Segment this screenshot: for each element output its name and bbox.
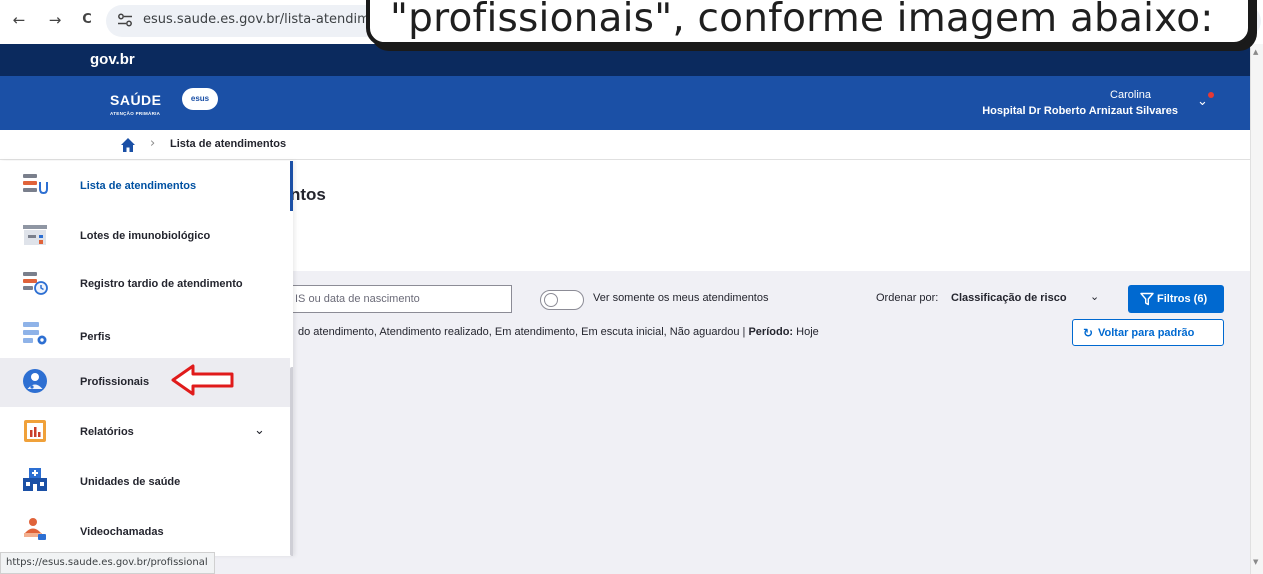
sidebar-item-profissionais[interactable]: Profissionais — [0, 358, 290, 407]
list-gear-icon — [23, 322, 47, 345]
sidebar-item-label: Lotes de imunobiológico — [80, 230, 211, 242]
sidebar-item-registro-tardio[interactable]: Registro tardio de atendimento — [0, 261, 290, 310]
breadcrumb-current: Lista de atendimentos — [170, 138, 287, 150]
notification-dot — [1208, 92, 1214, 98]
filter-icon — [1140, 292, 1154, 306]
report-chart-icon — [24, 420, 46, 442]
list-clock-icon — [23, 272, 48, 295]
page-title: ntos — [290, 185, 326, 204]
chevron-down-icon[interactable]: ⌄ — [254, 423, 265, 438]
app-header: SAÚDE ATENÇÃO PRIMÁRIA esus Carolina Hos… — [0, 76, 1250, 130]
sidebar-item-lista-de-atendimentos[interactable]: Lista de atendimentos — [0, 161, 290, 210]
order-label: Ordenar por: — [876, 292, 939, 304]
status-url: https://esus.saude.es.gov.br/profissiona… — [0, 552, 215, 574]
search-input[interactable]: IS ou data de nascimento — [290, 285, 512, 313]
sidebar-item-label: Profissionais — [80, 376, 150, 388]
screen: ← → C esus.saude.es.gov.br/lista-atendim… — [0, 0, 1263, 574]
list-stethoscope-icon — [23, 174, 48, 195]
reset-icon: ↻ — [1083, 326, 1094, 340]
user-name[interactable]: Carolina — [1110, 89, 1151, 101]
forward-icon[interactable]: → — [44, 9, 66, 31]
red-arrow-annotation — [171, 364, 234, 396]
order-select[interactable]: Classificação de risco — [951, 292, 1067, 304]
sidebar-item-videochamadas[interactable]: Videochamadas — [0, 507, 290, 556]
professional-icon — [23, 369, 47, 393]
period-value: Hoje — [793, 326, 819, 338]
sidebar-scrollbar[interactable] — [290, 367, 293, 556]
filter-summary: do atendimento, Atendimento realizado, E… — [298, 326, 819, 338]
back-icon[interactable]: ← — [8, 9, 30, 31]
sidebar-item-label: Lista de atendimentos — [80, 180, 197, 192]
callout-text: "profissionais", conforme imagem abaixo: — [390, 0, 1214, 41]
reload-icon[interactable]: C — [76, 9, 98, 31]
health-unit-icon — [23, 468, 47, 491]
filters-button-label: Filtros (6) — [1157, 293, 1208, 305]
scroll-down-icon[interactable]: ▼ — [1253, 558, 1261, 566]
reset-filters-button[interactable]: ↻ Voltar para padrão — [1072, 319, 1224, 346]
toggle-label[interactable]: Ver somente os meus atendimentos — [593, 292, 768, 304]
gov-logo[interactable]: gov.br — [90, 51, 135, 68]
active-indicator — [290, 161, 293, 211]
site-settings-icon[interactable] — [116, 12, 134, 28]
breadcrumb: › Lista de atendimentos — [0, 130, 1250, 160]
sidebar-item-label: Registro tardio de atendimento — [80, 278, 243, 290]
saude-logo[interactable]: SAÚDE — [110, 92, 162, 108]
tutorial-callout: "profissionais", conforme imagem abaixo: — [366, 0, 1252, 46]
url-text[interactable]: esus.saude.es.gov.br/lista-atendimento — [143, 12, 383, 27]
chevron-down-icon[interactable]: ⌄ — [1197, 94, 1208, 109]
sidebar-item-label: Unidades de saúde — [80, 476, 181, 488]
toggle-knob — [544, 293, 558, 307]
esus-badge: esus — [182, 88, 218, 110]
sidebar-item-perfis[interactable]: Perfis — [0, 311, 290, 360]
sidebar: Lista de atendimentos Lotes de imunobiol… — [0, 161, 293, 556]
sidebar-item-relatorios[interactable]: Relatórios ⌄ — [0, 407, 290, 456]
user-organization[interactable]: Hospital Dr Roberto Arnizaut Silvares — [982, 105, 1178, 117]
period-label: Período: — [748, 326, 794, 338]
page-scrollbar[interactable]: ▲ ▼ — [1250, 44, 1263, 574]
my-appointments-toggle[interactable] — [540, 290, 584, 310]
home-icon[interactable] — [120, 137, 136, 153]
gov-bar: gov.br — [0, 44, 1250, 76]
sidebar-item-label: Relatórios — [80, 426, 134, 438]
chevron-down-icon[interactable]: ⌄ — [1090, 290, 1099, 303]
saude-logo-subtitle: ATENÇÃO PRIMÁRIA — [110, 111, 161, 116]
sidebar-item-lotes-de-imunobiologico[interactable]: Lotes de imunobiológico — [0, 211, 290, 260]
filter-summary-text: do atendimento, Atendimento realizado, E… — [298, 326, 749, 338]
breadcrumb-separator: › — [150, 136, 156, 151]
filters-button[interactable]: Filtros (6) — [1128, 285, 1224, 313]
scroll-up-icon[interactable]: ▲ — [1253, 48, 1261, 56]
sidebar-item-label: Videochamadas — [80, 526, 164, 538]
sidebar-item-unidades-de-saude[interactable]: Unidades de saúde — [0, 457, 290, 506]
sidebar-item-label: Perfis — [80, 331, 111, 343]
reset-filters-label: Voltar para padrão — [1098, 327, 1195, 339]
vaccine-box-icon — [23, 225, 47, 245]
video-call-icon — [24, 518, 46, 540]
